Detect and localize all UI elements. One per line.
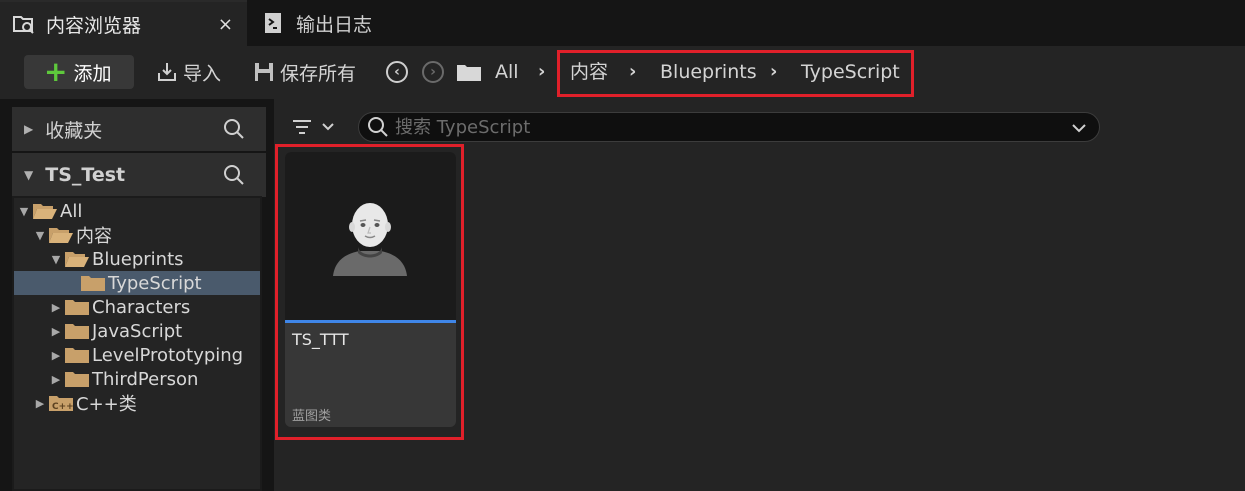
folder-search-icon — [12, 12, 36, 36]
terminal-icon — [262, 11, 286, 35]
breadcrumb-separator[interactable]: › — [538, 59, 545, 85]
save-icon — [253, 61, 275, 83]
add-button-label: 添加 — [73, 62, 112, 85]
collapse-arrow-icon: ▼ — [19, 204, 29, 218]
save-all-button-label: 保存所有 — [280, 62, 357, 85]
import-icon — [156, 61, 178, 83]
asset-view: TS_TTT 蓝图类 — [274, 99, 1245, 491]
favorites-label: 收藏夹 — [45, 119, 103, 142]
tab-bar: 内容浏览器 × 输出日志 — [0, 0, 1245, 46]
tree-item-content[interactable]: ▼ 内容 — [14, 223, 260, 247]
expand-arrow-icon: ▶ — [24, 122, 34, 136]
search-icon — [367, 116, 389, 138]
expand-arrow-icon: ▶ — [51, 372, 61, 386]
tree-item-javascript[interactable]: ▶ JavaScript — [14, 319, 260, 343]
import-button-label: 导入 — [183, 62, 222, 85]
favorites-header[interactable]: ▶ 收藏夹 — [12, 107, 266, 151]
add-button[interactable]: + 添加 — [24, 55, 134, 89]
import-button[interactable]: 导入 — [156, 55, 221, 89]
tree-item-all[interactable]: ▼ All — [14, 199, 260, 223]
tab-output-log-label: 输出日志 — [296, 13, 373, 36]
tree-item-blueprints[interactable]: ▼ Blueprints — [14, 247, 260, 271]
tab-output-log[interactable]: 输出日志 — [250, 0, 380, 46]
collapse-arrow-icon: ▼ — [24, 168, 34, 182]
tab-content-browser[interactable]: 内容浏览器 × — [0, 0, 247, 46]
tree-item-label: Blueprints — [92, 248, 184, 270]
chevron-down-icon[interactable] — [1069, 118, 1089, 138]
tree-item-characters[interactable]: ▶ Characters — [14, 295, 260, 319]
tab-content-browser-label: 内容浏览器 — [46, 14, 142, 37]
breadcrumb-all[interactable]: All — [495, 59, 519, 85]
tree-item-typescript[interactable]: ▶ TypeScript — [14, 271, 260, 295]
search-input[interactable] — [395, 116, 1055, 138]
tree-item-label: Characters — [92, 296, 191, 318]
close-icon[interactable]: × — [218, 14, 233, 35]
cpp-folder-icon: C++ — [48, 394, 74, 412]
tree-item-label: ThirdPerson — [92, 368, 199, 390]
open-folder-icon — [64, 250, 90, 268]
breadcrumb-highlight — [557, 50, 914, 97]
svg-text:C++: C++ — [52, 402, 74, 412]
save-all-button[interactable]: 保存所有 — [253, 55, 356, 89]
forward-icon[interactable]: › — [422, 61, 444, 83]
tree-item-label: 内容 — [76, 226, 112, 247]
open-folder-icon — [48, 226, 74, 244]
toolbar: + 添加 导入 保存所有 ‹ › All › 内容 › Blueprints ›… — [0, 46, 1245, 99]
search-icon[interactable] — [222, 117, 246, 141]
tree-item-label: TypeScript — [108, 272, 202, 294]
collapse-arrow-icon: ▼ — [35, 228, 45, 242]
project-label: TS_Test — [45, 164, 126, 186]
expand-arrow-icon: ▶ — [51, 348, 61, 362]
collapse-arrow-icon: ▼ — [51, 252, 61, 266]
filter-icon[interactable] — [290, 115, 338, 139]
tree-item-label: All — [60, 200, 83, 222]
back-icon[interactable]: ‹ — [386, 61, 408, 83]
tree-item-cpp-classes[interactable]: ▶ C++ C++类 — [14, 391, 260, 415]
plus-icon: + — [44, 55, 68, 88]
folder-icon — [64, 370, 90, 388]
sources-panel: ▶ 收藏夹 ▼ TS_Test ▼ All ▼ 内容 ▼ Blueprints … — [0, 99, 272, 491]
project-header[interactable]: ▼ TS_Test — [12, 153, 266, 197]
open-folder-icon — [32, 202, 58, 220]
folder-tree: ▼ All ▼ 内容 ▼ Blueprints ▶ — [12, 196, 262, 491]
tree-item-label: JavaScript — [92, 320, 183, 342]
folder-icon — [80, 274, 106, 292]
tree-item-label: C++类 — [76, 394, 137, 415]
expand-arrow-icon: ▶ — [35, 396, 45, 410]
expand-arrow-icon: ▶ — [51, 324, 61, 338]
folder-icon — [64, 322, 90, 340]
folder-icon — [64, 346, 90, 364]
tree-item-levelprototyping[interactable]: ▶ LevelPrototyping — [14, 343, 260, 367]
folder-icon — [64, 298, 90, 316]
folder-icon — [456, 62, 482, 82]
tree-item-label: LevelPrototyping — [92, 344, 244, 366]
search-field[interactable] — [358, 112, 1100, 142]
search-icon[interactable] — [222, 163, 246, 187]
expand-arrow-icon: ▶ — [51, 300, 61, 314]
asset-highlight — [275, 144, 464, 440]
tree-item-thirdperson[interactable]: ▶ ThirdPerson — [14, 367, 260, 391]
